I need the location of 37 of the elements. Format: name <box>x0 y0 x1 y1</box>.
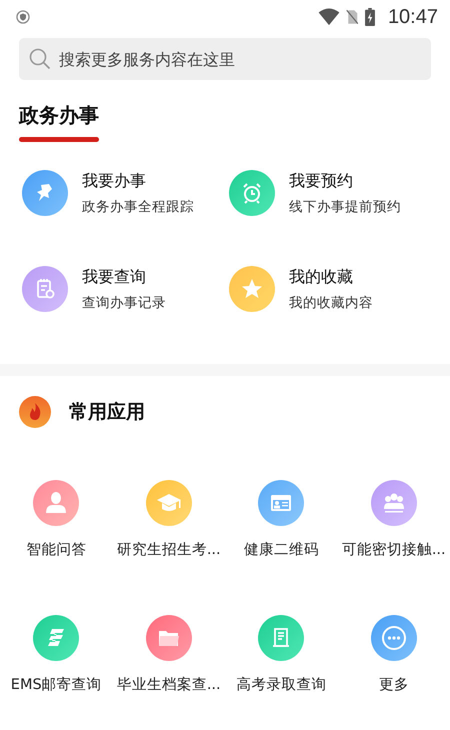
section-title: 政务办事 <box>19 102 99 129</box>
app-label[interactable]: 毕业生档案查... <box>116 675 221 694</box>
search-icon <box>29 48 51 70</box>
clock-time: 10:47 <box>388 6 438 28</box>
alarm-clock-icon[interactable] <box>229 170 275 216</box>
flame-icon <box>19 396 51 428</box>
more-icon[interactable] <box>370 615 417 661</box>
app-label[interactable]: 健康二维码 <box>244 540 319 559</box>
service-title[interactable]: 我要查询 <box>82 266 166 288</box>
service-title[interactable]: 我要办事 <box>82 170 194 192</box>
battery-charging-icon <box>364 8 376 26</box>
shield-icon <box>16 10 30 24</box>
pin-icon[interactable] <box>22 170 68 216</box>
wifi-icon <box>318 8 340 26</box>
scroll-icon[interactable] <box>258 615 304 661</box>
service-subtitle: 政务办事全程跟踪 <box>82 198 194 216</box>
graduation-cap-icon[interactable] <box>146 480 192 526</box>
notepad-icon[interactable] <box>22 266 68 312</box>
service-title[interactable]: 我的收藏 <box>289 266 373 288</box>
postal-icon[interactable] <box>33 615 80 661</box>
person-icon[interactable] <box>33 480 80 526</box>
app-label[interactable]: EMS邮寄查询 <box>10 675 102 694</box>
section-title: 常用应用 <box>69 400 145 425</box>
search-field[interactable]: 搜索更多服务内容在这里 <box>19 38 431 80</box>
id-card-icon[interactable] <box>258 480 304 526</box>
service-subtitle: 我的收藏内容 <box>289 294 373 312</box>
people-icon[interactable] <box>370 480 417 526</box>
service-subtitle: 线下办事提前预约 <box>289 198 401 216</box>
service-subtitle: 查询办事记录 <box>82 294 166 312</box>
app-label[interactable]: 智能问答 <box>26 540 86 559</box>
service-title[interactable]: 我要预约 <box>289 170 401 192</box>
no-sim-icon <box>346 8 358 26</box>
app-label[interactable]: 高考录取查询 <box>236 675 326 694</box>
folder-icon[interactable] <box>146 615 192 661</box>
app-label[interactable]: 更多 <box>378 675 409 694</box>
app-label[interactable]: 可能密切接触... <box>342 540 446 559</box>
app-label[interactable]: 研究生招生考... <box>116 540 221 559</box>
